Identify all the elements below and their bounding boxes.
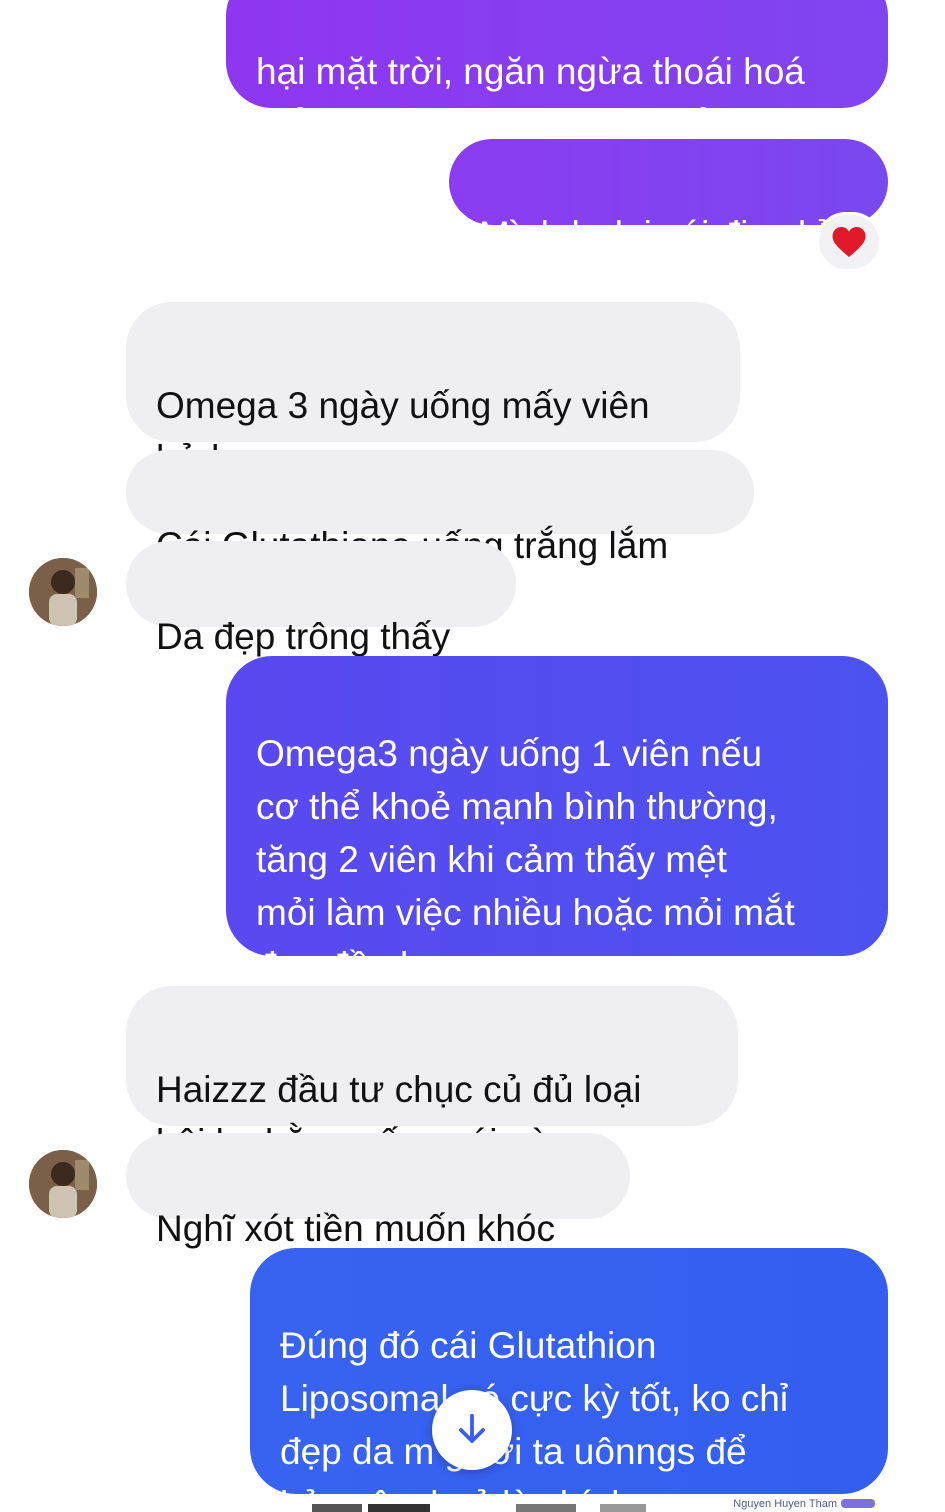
thumbnail[interactable] bbox=[312, 1504, 362, 1512]
avatar-image bbox=[29, 1150, 97, 1218]
sent-message[interactable]: Omega3 ngày uống 1 viên nếu cơ thể khoẻ … bbox=[226, 656, 888, 986]
contact-avatar[interactable] bbox=[29, 1150, 97, 1218]
received-message[interactable]: Omega 3 ngày uống mấy viên hở bạn bbox=[126, 302, 740, 479]
badge bbox=[841, 1499, 875, 1508]
message-text: Đúng đó cái Glutathion Liposomal nó cực … bbox=[280, 1325, 789, 1512]
message-text: Omega3 ngày uống 1 viên nếu cơ thể khoẻ … bbox=[256, 733, 795, 986]
message-text: Mình lư lại cái địa chỉ bbox=[479, 214, 827, 255]
avatar-image bbox=[29, 558, 97, 626]
received-message[interactable]: Haizzz đầu tư chục củ đủ loại bôi ko bằn… bbox=[126, 986, 738, 1163]
message-text: Da đẹp trông thấy bbox=[156, 616, 451, 657]
heart-icon bbox=[832, 227, 866, 257]
message-text: hại mặt trời, ngăn ngừa thoái hoá điểm v… bbox=[256, 51, 805, 145]
received-message[interactable]: Nghĩ xót tiền muốn khóc bbox=[126, 1133, 630, 1249]
thumbnail[interactable] bbox=[516, 1504, 576, 1512]
thumbnail[interactable] bbox=[368, 1504, 430, 1512]
contact-avatar[interactable] bbox=[29, 558, 97, 626]
message-text: Nghĩ xót tiền muốn khóc bbox=[156, 1208, 555, 1249]
sent-message[interactable]: Mình lư lại cái địa chỉ bbox=[449, 139, 888, 255]
sent-message[interactable]: hại mặt trời, ngăn ngừa thoái hoá điểm v… bbox=[226, 0, 888, 145]
received-message[interactable]: Da đẹp trông thấy bbox=[126, 541, 516, 657]
message-reaction[interactable] bbox=[816, 212, 882, 272]
arrow-down-icon bbox=[459, 1413, 485, 1443]
bottom-strip: Nguyen Huyen Tham bbox=[0, 1496, 945, 1512]
sender-name: Nguyen Huyen Tham bbox=[733, 1498, 837, 1510]
sent-message[interactable]: Đúng đó cái Glutathion Liposomal nó cực … bbox=[250, 1248, 888, 1512]
thumbnail[interactable] bbox=[600, 1504, 646, 1512]
received-message[interactable]: Cái Glutathione uống trắng lắm bbox=[126, 450, 754, 566]
scroll-to-bottom-button[interactable] bbox=[432, 1390, 512, 1470]
